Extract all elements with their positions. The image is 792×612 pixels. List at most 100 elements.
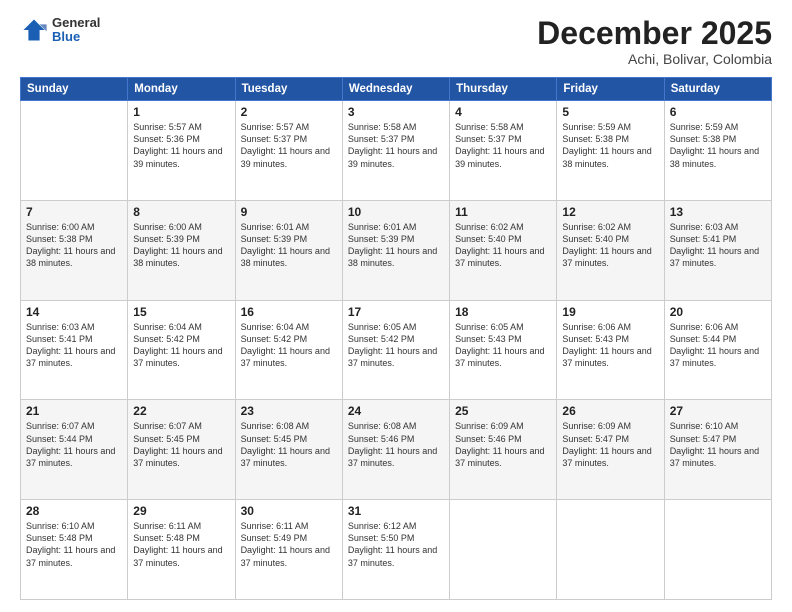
th-thursday: Thursday: [450, 78, 557, 101]
day-number: 25: [455, 404, 551, 418]
day-number: 20: [670, 305, 766, 319]
table-row: 20 Sunrise: 6:06 AM Sunset: 5:44 PM Dayli…: [664, 300, 771, 400]
day-number: 30: [241, 504, 337, 518]
title-block: December 2025 Achi, Bolivar, Colombia: [537, 16, 772, 67]
table-row: 23 Sunrise: 6:08 AM Sunset: 5:45 PM Dayli…: [235, 400, 342, 500]
day-number: 7: [26, 205, 122, 219]
calendar-table: Sunday Monday Tuesday Wednesday Thursday…: [20, 77, 772, 600]
day-number: 18: [455, 305, 551, 319]
day-info: Sunrise: 5:59 AM Sunset: 5:38 PM Dayligh…: [562, 121, 658, 170]
day-number: 1: [133, 105, 229, 119]
calendar-header-row: Sunday Monday Tuesday Wednesday Thursday…: [21, 78, 772, 101]
table-row: 29 Sunrise: 6:11 AM Sunset: 5:48 PM Dayli…: [128, 500, 235, 600]
day-number: 24: [348, 404, 444, 418]
table-row: 1 Sunrise: 5:57 AM Sunset: 5:36 PM Daylig…: [128, 101, 235, 201]
table-row: 27 Sunrise: 6:10 AM Sunset: 5:47 PM Dayli…: [664, 400, 771, 500]
day-number: 21: [26, 404, 122, 418]
table-row: 31 Sunrise: 6:12 AM Sunset: 5:50 PM Dayli…: [342, 500, 449, 600]
calendar-week-4: 28 Sunrise: 6:10 AM Sunset: 5:48 PM Dayli…: [21, 500, 772, 600]
logo-text: General Blue: [52, 16, 100, 45]
table-row: 25Sunrise: 6:09 AM Sunset: 5:46 PM Dayli…: [450, 400, 557, 500]
day-number: 15: [133, 305, 229, 319]
day-info: Sunrise: 6:11 AM Sunset: 5:48 PM Dayligh…: [133, 520, 229, 569]
day-info: Sunrise: 6:04 AM Sunset: 5:42 PM Dayligh…: [241, 321, 337, 370]
table-row: [450, 500, 557, 600]
table-row: [21, 101, 128, 201]
calendar-week-3: 21Sunrise: 6:07 AM Sunset: 5:44 PM Dayli…: [21, 400, 772, 500]
header: General Blue December 2025 Achi, Bolivar…: [20, 16, 772, 67]
table-row: 3 Sunrise: 5:58 AM Sunset: 5:37 PM Daylig…: [342, 101, 449, 201]
logo-icon: [20, 16, 48, 44]
table-row: 5 Sunrise: 5:59 AM Sunset: 5:38 PM Daylig…: [557, 101, 664, 201]
day-number: 27: [670, 404, 766, 418]
table-row: [664, 500, 771, 600]
page: General Blue December 2025 Achi, Bolivar…: [0, 0, 792, 612]
day-info: Sunrise: 5:58 AM Sunset: 5:37 PM Dayligh…: [455, 121, 551, 170]
table-row: 6Sunrise: 5:59 AM Sunset: 5:38 PM Daylig…: [664, 101, 771, 201]
calendar-week-0: 1 Sunrise: 5:57 AM Sunset: 5:36 PM Daylig…: [21, 101, 772, 201]
day-number: 4: [455, 105, 551, 119]
day-info: Sunrise: 5:59 AM Sunset: 5:38 PM Dayligh…: [670, 121, 766, 170]
day-number: 14: [26, 305, 122, 319]
day-number: 17: [348, 305, 444, 319]
day-info: Sunrise: 6:04 AM Sunset: 5:42 PM Dayligh…: [133, 321, 229, 370]
day-info: Sunrise: 6:10 AM Sunset: 5:48 PM Dayligh…: [26, 520, 122, 569]
day-number: 28: [26, 504, 122, 518]
day-info: Sunrise: 5:57 AM Sunset: 5:37 PM Dayligh…: [241, 121, 337, 170]
table-row: 9 Sunrise: 6:01 AM Sunset: 5:39 PM Daylig…: [235, 200, 342, 300]
table-row: [557, 500, 664, 600]
table-row: 11 Sunrise: 6:02 AM Sunset: 5:40 PM Dayli…: [450, 200, 557, 300]
table-row: 19Sunrise: 6:06 AM Sunset: 5:43 PM Dayli…: [557, 300, 664, 400]
day-info: Sunrise: 6:05 AM Sunset: 5:43 PM Dayligh…: [455, 321, 551, 370]
table-row: 10Sunrise: 6:01 AM Sunset: 5:39 PM Dayli…: [342, 200, 449, 300]
day-info: Sunrise: 6:01 AM Sunset: 5:39 PM Dayligh…: [241, 221, 337, 270]
calendar-week-1: 7Sunrise: 6:00 AM Sunset: 5:38 PM Daylig…: [21, 200, 772, 300]
day-info: Sunrise: 6:01 AM Sunset: 5:39 PM Dayligh…: [348, 221, 444, 270]
table-row: 8 Sunrise: 6:00 AM Sunset: 5:39 PM Daylig…: [128, 200, 235, 300]
table-row: 13Sunrise: 6:03 AM Sunset: 5:41 PM Dayli…: [664, 200, 771, 300]
th-saturday: Saturday: [664, 78, 771, 101]
day-info: Sunrise: 6:10 AM Sunset: 5:47 PM Dayligh…: [670, 420, 766, 469]
day-number: 8: [133, 205, 229, 219]
table-row: 30 Sunrise: 6:11 AM Sunset: 5:49 PM Dayli…: [235, 500, 342, 600]
day-info: Sunrise: 6:00 AM Sunset: 5:39 PM Dayligh…: [133, 221, 229, 270]
day-number: 26: [562, 404, 658, 418]
table-row: 24Sunrise: 6:08 AM Sunset: 5:46 PM Dayli…: [342, 400, 449, 500]
day-number: 23: [241, 404, 337, 418]
th-friday: Friday: [557, 78, 664, 101]
day-info: Sunrise: 6:07 AM Sunset: 5:45 PM Dayligh…: [133, 420, 229, 469]
logo: General Blue: [20, 16, 100, 45]
table-row: 26Sunrise: 6:09 AM Sunset: 5:47 PM Dayli…: [557, 400, 664, 500]
day-info: Sunrise: 6:11 AM Sunset: 5:49 PM Dayligh…: [241, 520, 337, 569]
th-wednesday: Wednesday: [342, 78, 449, 101]
day-number: 5: [562, 105, 658, 119]
day-info: Sunrise: 6:03 AM Sunset: 5:41 PM Dayligh…: [26, 321, 122, 370]
day-info: Sunrise: 6:02 AM Sunset: 5:40 PM Dayligh…: [562, 221, 658, 270]
day-number: 9: [241, 205, 337, 219]
day-info: Sunrise: 6:06 AM Sunset: 5:43 PM Dayligh…: [562, 321, 658, 370]
day-info: Sunrise: 6:08 AM Sunset: 5:45 PM Dayligh…: [241, 420, 337, 469]
day-number: 11: [455, 205, 551, 219]
logo-blue: Blue: [52, 30, 100, 44]
month-title: December 2025: [537, 16, 772, 51]
th-tuesday: Tuesday: [235, 78, 342, 101]
day-info: Sunrise: 5:57 AM Sunset: 5:36 PM Dayligh…: [133, 121, 229, 170]
table-row: 4 Sunrise: 5:58 AM Sunset: 5:37 PM Daylig…: [450, 101, 557, 201]
day-info: Sunrise: 6:03 AM Sunset: 5:41 PM Dayligh…: [670, 221, 766, 270]
day-number: 29: [133, 504, 229, 518]
calendar-week-2: 14 Sunrise: 6:03 AM Sunset: 5:41 PM Dayli…: [21, 300, 772, 400]
th-monday: Monday: [128, 78, 235, 101]
day-number: 3: [348, 105, 444, 119]
day-info: Sunrise: 5:58 AM Sunset: 5:37 PM Dayligh…: [348, 121, 444, 170]
day-info: Sunrise: 6:02 AM Sunset: 5:40 PM Dayligh…: [455, 221, 551, 270]
day-info: Sunrise: 6:06 AM Sunset: 5:44 PM Dayligh…: [670, 321, 766, 370]
day-info: Sunrise: 6:12 AM Sunset: 5:50 PM Dayligh…: [348, 520, 444, 569]
day-info: Sunrise: 6:05 AM Sunset: 5:42 PM Dayligh…: [348, 321, 444, 370]
table-row: 22 Sunrise: 6:07 AM Sunset: 5:45 PM Dayli…: [128, 400, 235, 500]
day-number: 22: [133, 404, 229, 418]
table-row: 28 Sunrise: 6:10 AM Sunset: 5:48 PM Dayli…: [21, 500, 128, 600]
day-number: 31: [348, 504, 444, 518]
location-subtitle: Achi, Bolivar, Colombia: [537, 51, 772, 67]
table-row: 21Sunrise: 6:07 AM Sunset: 5:44 PM Dayli…: [21, 400, 128, 500]
th-sunday: Sunday: [21, 78, 128, 101]
